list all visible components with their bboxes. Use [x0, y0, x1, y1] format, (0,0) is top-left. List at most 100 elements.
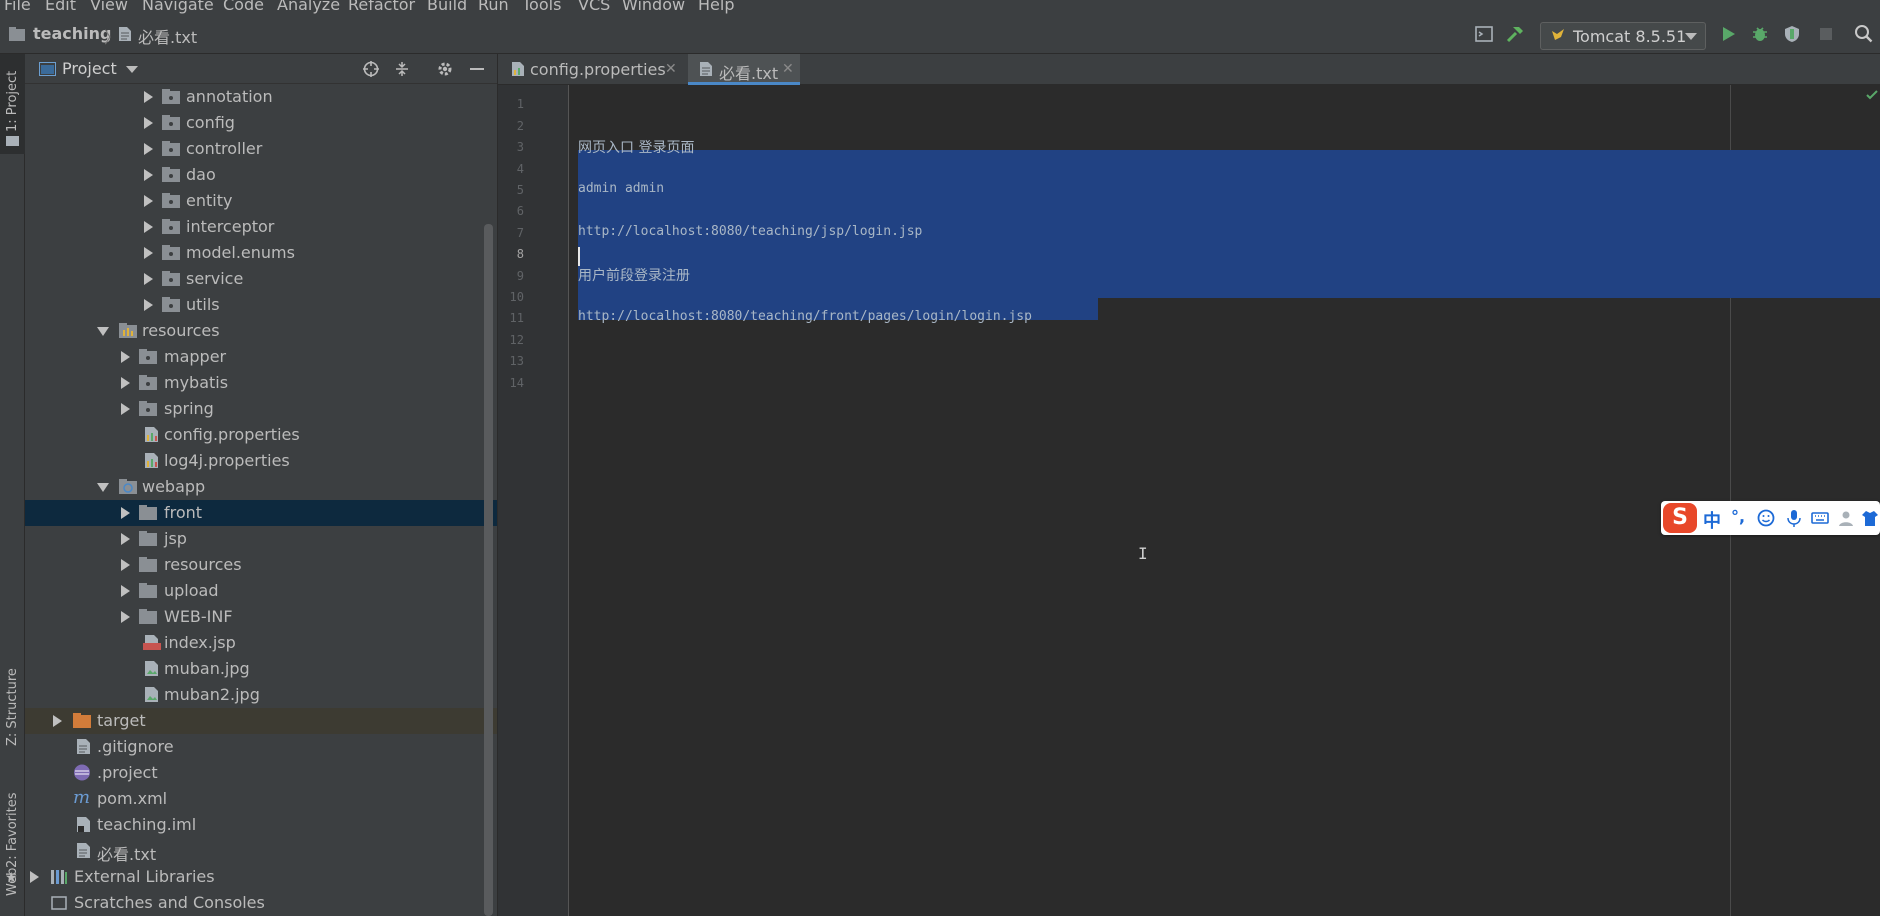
menu-vcs[interactable]: VCS	[578, 0, 610, 14]
tree-item-target[interactable]: target	[25, 708, 497, 734]
menu-edit[interactable]: Edit	[45, 0, 76, 14]
tree-item-resources[interactable]: resources	[25, 318, 497, 344]
skin-shirt-icon[interactable]	[1861, 509, 1879, 527]
tree-item-service[interactable]: service	[25, 266, 497, 292]
tree-item-webapp[interactable]: webapp	[25, 474, 497, 500]
tree-item-log4j-properties[interactable]: log4j.properties	[25, 448, 497, 474]
breadcrumb-file[interactable]: 必看.txt	[138, 24, 197, 48]
locate-target-icon[interactable]	[362, 60, 380, 78]
tab-bikan-txt[interactable]: 必看.txt ✕	[688, 54, 800, 85]
tree-item-dao[interactable]: dao	[25, 162, 497, 188]
tree-item-controller[interactable]: controller	[25, 136, 497, 162]
tree-item-utils[interactable]: utils	[25, 292, 497, 318]
ime-mode-toggle[interactable]: 中	[1703, 507, 1721, 533]
project-panel-title[interactable]: Project	[62, 59, 117, 78]
tree-item-teaching-iml[interactable]: teaching.iml	[25, 812, 497, 838]
menu-navigate[interactable]: Navigate	[142, 0, 214, 14]
tree-item-config-properties[interactable]: config.properties	[25, 422, 497, 448]
project-tree-scrollbar[interactable]	[484, 224, 493, 916]
tree-item-project[interactable]: .project	[25, 760, 497, 786]
menu-analyze[interactable]: Analyze	[277, 0, 340, 14]
run-configuration-select[interactable]: Tomcat 8.5.51	[1540, 22, 1706, 50]
expand-arrow-icon[interactable]	[144, 299, 153, 311]
menu-window[interactable]: Window	[622, 0, 685, 14]
expand-arrow-icon[interactable]	[144, 195, 153, 207]
keyboard-icon[interactable]	[1811, 509, 1829, 527]
tab-config-properties[interactable]: config.properties ✕	[506, 54, 686, 85]
tree-item-external-libraries[interactable]: External Libraries	[25, 864, 497, 890]
expand-arrow-icon[interactable]	[144, 143, 153, 155]
tool-tab-project[interactable]: 1: Project	[0, 54, 25, 154]
close-icon[interactable]: ✕	[782, 61, 794, 77]
view-dropdown-icon[interactable]	[126, 66, 138, 73]
expand-arrow-icon[interactable]	[53, 715, 62, 727]
menu-tools[interactable]: Tools	[522, 0, 561, 14]
stop-icon[interactable]	[1816, 24, 1836, 44]
menu-run[interactable]: Run	[478, 0, 509, 14]
ime-toolbar[interactable]: S 中 °,	[1661, 501, 1880, 535]
tree-item-model-enums[interactable]: model.enums	[25, 240, 497, 266]
expand-arrow-icon[interactable]	[144, 169, 153, 181]
tree-item-config[interactable]: config	[25, 110, 497, 136]
tree-item-muban-jpg[interactable]: muban.jpg	[25, 656, 497, 682]
expand-arrow-icon[interactable]	[121, 585, 130, 597]
breadcrumb-project[interactable]: teaching	[33, 24, 112, 43]
expand-arrow-icon[interactable]	[121, 351, 130, 363]
expand-arrow-icon[interactable]	[121, 533, 130, 545]
tree-item-front[interactable]: front	[25, 500, 497, 526]
menu-help[interactable]: Help	[698, 0, 734, 14]
expand-arrow-icon[interactable]	[30, 871, 39, 883]
tree-item-scratches-and-consoles[interactable]: Scratches and Consoles	[25, 890, 497, 916]
tree-item-webapp-resources[interactable]: resources	[25, 552, 497, 578]
close-icon[interactable]: ✕	[665, 61, 677, 77]
menu-view[interactable]: View	[90, 0, 128, 14]
debug-bug-icon[interactable]	[1750, 24, 1770, 44]
hide-panel-icon[interactable]	[468, 60, 486, 78]
coverage-shield-icon[interactable]	[1782, 24, 1802, 44]
expand-arrow-icon[interactable]	[144, 117, 153, 129]
tree-item-upload[interactable]: upload	[25, 578, 497, 604]
tree-item-muban2-jpg[interactable]: muban2.jpg	[25, 682, 497, 708]
expand-arrow-icon[interactable]	[144, 273, 153, 285]
tree-item-pom-xml[interactable]: m pom.xml	[25, 786, 497, 812]
tree-item-index-jsp[interactable]: index.jsp	[25, 630, 497, 656]
user-icon[interactable]	[1837, 509, 1855, 527]
expand-arrow-icon[interactable]	[121, 507, 130, 519]
emoji-icon[interactable]	[1757, 509, 1775, 527]
expand-arrow-icon[interactable]	[144, 221, 153, 233]
expand-arrow-icon[interactable]	[121, 377, 130, 389]
tree-item-bikan-txt[interactable]: 必看.txt	[25, 838, 497, 864]
tree-item-mapper[interactable]: mapper	[25, 344, 497, 370]
expand-arrow-icon[interactable]	[121, 559, 130, 571]
expand-arrow-icon[interactable]	[121, 611, 130, 623]
menu-refactor[interactable]: Refactor	[348, 0, 415, 14]
search-icon[interactable]	[1854, 24, 1874, 44]
terminal-icon[interactable]	[1474, 24, 1494, 44]
tree-item-entity[interactable]: entity	[25, 188, 497, 214]
tree-item-jsp[interactable]: jsp	[25, 526, 497, 552]
collapse-all-icon[interactable]	[393, 60, 411, 78]
menu-build[interactable]: Build	[427, 0, 467, 14]
expand-arrow-icon[interactable]	[121, 403, 130, 415]
tree-item-spring[interactable]: spring	[25, 396, 497, 422]
tree-item-gitignore[interactable]: .gitignore	[25, 734, 497, 760]
expand-arrow-icon[interactable]	[144, 247, 153, 259]
run-icon[interactable]	[1718, 24, 1738, 44]
tree-item-annotation[interactable]: annotation	[25, 84, 497, 110]
tree-item-mybatis[interactable]: mybatis	[25, 370, 497, 396]
tree-item-web-inf[interactable]: WEB-INF	[25, 604, 497, 630]
gear-icon[interactable]	[436, 60, 454, 78]
microphone-icon[interactable]	[1785, 509, 1803, 527]
editor-area: config.properties ✕ 必看.txt ✕ 1 2 3 4 5 6…	[497, 54, 1880, 916]
ime-punctuation-toggle[interactable]: °,	[1731, 507, 1745, 526]
expand-arrow-icon[interactable]	[144, 91, 153, 103]
inspection-ok-icon[interactable]	[1866, 90, 1878, 100]
tree-item-interceptor[interactable]: interceptor	[25, 214, 497, 240]
tool-tab-web[interactable]: Web	[0, 854, 25, 916]
collapse-arrow-icon[interactable]	[97, 483, 109, 492]
menu-code[interactable]: Code	[223, 0, 264, 14]
menu-file[interactable]: File	[4, 0, 31, 14]
build-hammer-icon[interactable]	[1505, 24, 1525, 44]
collapse-arrow-icon[interactable]	[97, 327, 109, 336]
tool-tab-structure[interactable]: Z: Structure	[0, 614, 25, 764]
